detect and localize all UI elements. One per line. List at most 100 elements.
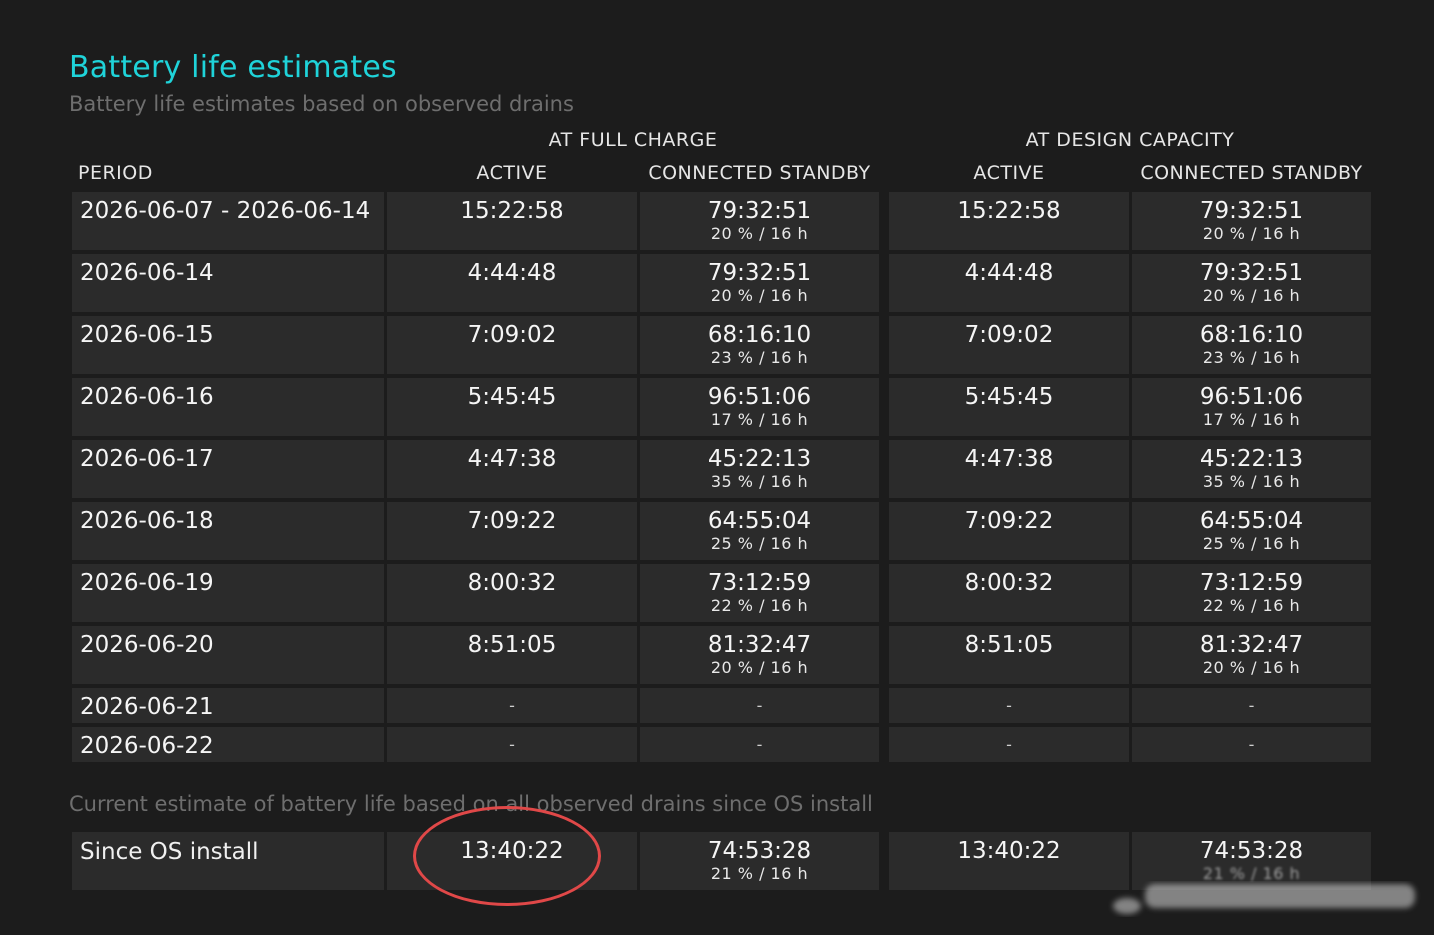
dc-active-cell: 5:45:45 xyxy=(889,378,1129,436)
fc-active-cell: 4:47:38 xyxy=(387,440,637,498)
fc-standby-value: 73:12:59 xyxy=(707,570,812,596)
period-label: 2026-06-19 xyxy=(80,570,214,596)
dc-active-cell: 4:47:38 xyxy=(889,440,1129,498)
dc-standby-cell: 68:16:10 23 % / 16 h xyxy=(1132,316,1371,374)
period-cell: 2026-06-07 - 2026-06-14 xyxy=(72,192,384,250)
fc-standby-drain: 22 % / 16 h xyxy=(710,596,809,615)
dc-standby-value: 45:22:13 xyxy=(1199,446,1304,472)
period-label: 2026-06-17 xyxy=(80,446,214,472)
dc-active-value: 8:51:05 xyxy=(964,632,1054,658)
dc-standby-value: - xyxy=(1248,696,1255,715)
dc-standby-value: 79:32:51 xyxy=(1199,198,1304,224)
fc-active-cell: 8:00:32 xyxy=(387,564,637,622)
dc-active-value: - xyxy=(1006,696,1012,715)
dc-standby-drain: 20 % / 16 h xyxy=(1202,224,1301,243)
table-row: 2026-06-14 4:44:48 79:32:51 20 % / 16 h 4:44… xyxy=(0,254,1434,312)
dc-active-cell: 4:44:48 xyxy=(889,254,1129,312)
fc-active-value: 5:45:45 xyxy=(467,384,557,410)
group-header-design-capacity: AT DESIGN CAPACITY xyxy=(1025,129,1235,151)
fc-standby-value: 96:51:06 xyxy=(707,384,812,410)
dc-active-cell: - xyxy=(889,727,1129,762)
fc-standby-value: 45:22:13 xyxy=(707,446,812,472)
fc-active-value: 8:00:32 xyxy=(467,570,557,596)
dc-standby-cell: 74:53:28 21 % / 16 h xyxy=(1132,832,1371,890)
fc-standby-value: 79:32:51 xyxy=(707,260,812,286)
period-cell: 2026-06-21 xyxy=(72,688,384,723)
fc-active-cell: - xyxy=(387,688,637,723)
period-label: 2026-06-16 xyxy=(80,384,214,410)
column-header-dc-active: ACTIVE xyxy=(973,162,1045,184)
column-header-dc-standby: CONNECTED STANDBY xyxy=(1140,162,1363,184)
dc-standby-cell: - xyxy=(1132,688,1371,723)
dc-standby-cell: 73:12:59 22 % / 16 h xyxy=(1132,564,1371,622)
period-cell: 2026-06-22 xyxy=(72,727,384,762)
dc-standby-value: - xyxy=(1248,735,1255,754)
dc-active-value: 7:09:22 xyxy=(964,508,1054,534)
period-cell: 2026-06-14 xyxy=(72,254,384,312)
fc-standby-value: - xyxy=(756,735,763,754)
fc-standby-cell: 73:12:59 22 % / 16 h xyxy=(640,564,879,622)
dc-active-cell: 13:40:22 xyxy=(889,832,1129,890)
period-label: 2026-06-21 xyxy=(80,694,214,720)
period-cell: 2026-06-18 xyxy=(72,502,384,560)
page-subtitle: Battery life estimates based on observed… xyxy=(69,92,574,116)
column-header-fc-standby: CONNECTED STANDBY xyxy=(648,162,871,184)
fc-standby-value: - xyxy=(756,696,763,715)
fc-active-cell: 15:22:58 xyxy=(387,192,637,250)
fc-standby-value: 81:32:47 xyxy=(707,632,812,658)
dc-active-value: 8:00:32 xyxy=(964,570,1054,596)
fc-active-value: 7:09:22 xyxy=(467,508,557,534)
fc-standby-cell: - xyxy=(640,688,879,723)
fc-standby-drain: 23 % / 16 h xyxy=(710,348,809,367)
dc-standby-drain: 25 % / 16 h xyxy=(1202,534,1301,553)
dc-standby-value: 81:32:47 xyxy=(1199,632,1304,658)
dc-standby-cell: 64:55:04 25 % / 16 h xyxy=(1132,502,1371,560)
period-cell: Since OS install xyxy=(72,832,384,890)
dc-standby-value: 73:12:59 xyxy=(1199,570,1304,596)
table-row: 2026-06-21 - - - - xyxy=(0,688,1434,723)
fc-standby-value: 79:32:51 xyxy=(707,198,812,224)
dc-active-value: - xyxy=(1006,735,1012,754)
dc-standby-drain: 20 % / 16 h xyxy=(1202,658,1301,677)
dc-standby-value: 74:53:28 xyxy=(1199,838,1304,864)
fc-active-value: 15:22:58 xyxy=(460,198,564,224)
table-row: 2026-06-15 7:09:02 68:16:10 23 % / 16 h 7:09… xyxy=(0,316,1434,374)
fc-standby-cell: 64:55:04 25 % / 16 h xyxy=(640,502,879,560)
fc-standby-cell: - xyxy=(640,727,879,762)
fc-standby-drain: 20 % / 16 h xyxy=(710,286,809,305)
fc-standby-drain: 20 % / 16 h xyxy=(710,658,809,677)
fc-active-cell: 13:40:22 xyxy=(387,832,637,890)
fc-standby-drain: 17 % / 16 h xyxy=(710,410,809,429)
fc-standby-cell: 96:51:06 17 % / 16 h xyxy=(640,378,879,436)
dc-standby-drain: 17 % / 16 h xyxy=(1202,410,1301,429)
period-label: 2026-06-22 xyxy=(80,733,214,759)
fc-standby-drain: 25 % / 16 h xyxy=(710,534,809,553)
dc-standby-drain: 20 % / 16 h xyxy=(1202,286,1301,305)
fc-active-cell: 7:09:22 xyxy=(387,502,637,560)
fc-active-value: 13:40:22 xyxy=(460,838,564,864)
fc-standby-drain: 35 % / 16 h xyxy=(710,472,809,491)
dc-standby-cell: - xyxy=(1132,727,1371,762)
period-label: 2026-06-15 xyxy=(80,322,214,348)
dc-active-value: 4:47:38 xyxy=(964,446,1054,472)
fc-active-cell: 4:44:48 xyxy=(387,254,637,312)
dc-active-cell: 8:00:32 xyxy=(889,564,1129,622)
fc-standby-cell: 79:32:51 20 % / 16 h xyxy=(640,192,879,250)
column-header-period: PERIOD xyxy=(78,162,153,184)
dc-standby-cell: 81:32:47 20 % / 16 h xyxy=(1132,626,1371,684)
table-row: 2026-06-17 4:47:38 45:22:13 35 % / 16 h 4:47… xyxy=(0,440,1434,498)
dc-standby-value: 79:32:51 xyxy=(1199,260,1304,286)
group-header-full-charge: AT FULL CHARGE xyxy=(548,129,718,151)
fc-standby-drain: 20 % / 16 h xyxy=(710,224,809,243)
dc-active-value: 7:09:02 xyxy=(964,322,1054,348)
fc-standby-drain: 21 % / 16 h xyxy=(710,864,809,883)
column-header-fc-active: ACTIVE xyxy=(476,162,548,184)
since-install-row: Since OS install 13:40:22 74:53:28 21 % … xyxy=(0,832,1434,890)
dc-standby-value: 64:55:04 xyxy=(1199,508,1304,534)
dc-standby-value: 96:51:06 xyxy=(1199,384,1304,410)
period-label: 2026-06-20 xyxy=(80,632,214,658)
fc-active-value: - xyxy=(509,696,515,715)
dc-active-cell: 15:22:58 xyxy=(889,192,1129,250)
dc-active-cell: 8:51:05 xyxy=(889,626,1129,684)
fc-active-cell: - xyxy=(387,727,637,762)
